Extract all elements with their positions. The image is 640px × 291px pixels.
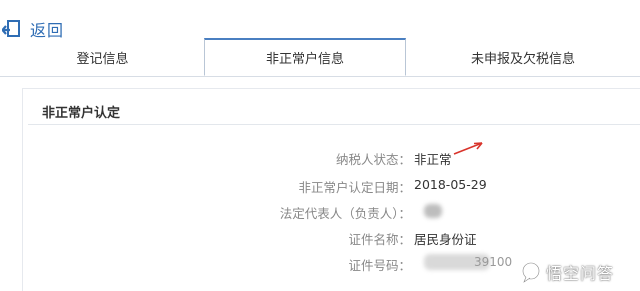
field-label: 证件号码： bbox=[348, 258, 411, 273]
field-taxpayer-status: 纳税人状态： 非正常 bbox=[0, 149, 640, 169]
field-label: 法定代表人（负责人）： bbox=[279, 206, 411, 221]
field-label: 证件名称： bbox=[348, 232, 411, 247]
back-button[interactable]: 返回 bbox=[2, 18, 64, 40]
field-label: 纳税人状态： bbox=[335, 152, 411, 167]
field-value: 居民身份证 bbox=[414, 232, 477, 247]
field-identification-date: 非正常户认定日期： 2018-05-29 bbox=[0, 177, 640, 197]
id-number-fragment: 39100 bbox=[474, 255, 513, 269]
field-value: 非正常 bbox=[414, 152, 452, 167]
field-value: 2018-05-29 bbox=[414, 177, 487, 192]
back-arrow-icon bbox=[2, 20, 20, 37]
watermark-text: 悟空问答 bbox=[546, 264, 615, 283]
tab-divider bbox=[0, 76, 640, 77]
chat-bubble-logo-icon bbox=[522, 262, 540, 283]
field-label: 非正常户认定日期： bbox=[298, 180, 411, 195]
field-legal-representative: 法定代表人（负责人）： bbox=[0, 203, 640, 223]
section-divider bbox=[28, 124, 640, 125]
tab-bar: 登记信息 非正常户信息 未申报及欠税信息 bbox=[0, 38, 640, 76]
watermark: 悟空问答 bbox=[520, 260, 614, 284]
tab-registration-info[interactable]: 登记信息 bbox=[0, 38, 205, 76]
redacted-name-blur bbox=[424, 204, 442, 218]
tab-abnormal-household-info[interactable]: 非正常户信息 bbox=[204, 38, 406, 76]
red-pointer-arrow-icon bbox=[453, 142, 483, 155]
tab-unfiled-and-arrears-info[interactable]: 未申报及欠税信息 bbox=[406, 38, 640, 76]
field-certificate-type: 证件名称： 居民身份证 bbox=[0, 229, 640, 249]
section-title: 非正常户认定 bbox=[42, 106, 121, 121]
